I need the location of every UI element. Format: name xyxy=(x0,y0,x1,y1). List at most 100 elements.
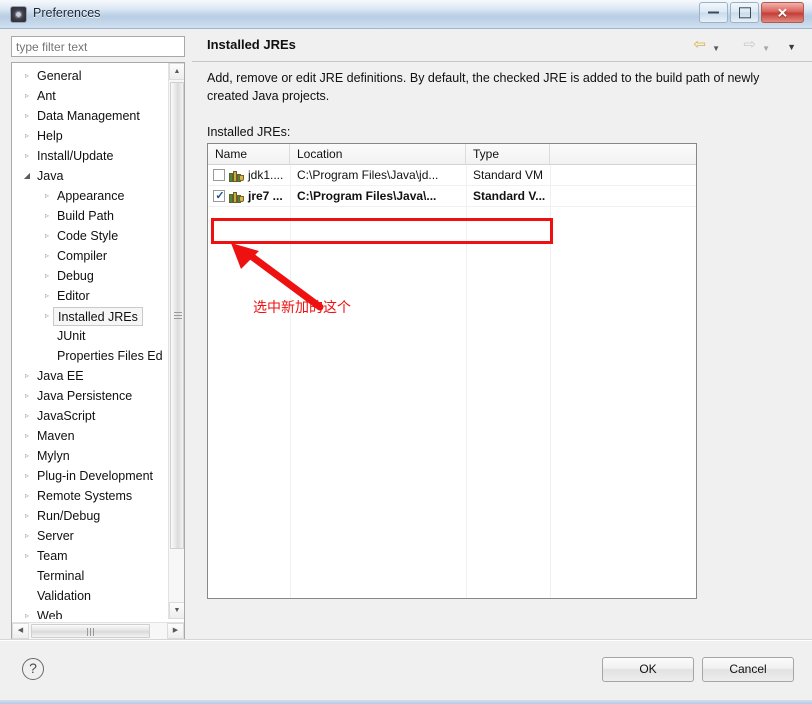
tree-expand-icon[interactable]: ▹ xyxy=(21,406,33,426)
tree-horizontal-scroll-thumb[interactable] xyxy=(31,624,150,638)
sidebar-item-code-style[interactable]: ▹ Code Style xyxy=(12,226,170,246)
tree-vertical-scrollbar[interactable]: ▲ ▼ xyxy=(168,63,184,619)
table-row[interactable]: jdk1.... C:\Program Files\Java\jd... Stand… xyxy=(208,165,696,186)
sidebar-item-label: Maven xyxy=(37,429,75,443)
sidebar-item-label: Data Management xyxy=(37,109,140,123)
table-row[interactable]: jre7 ... C:\Program Files\Java\... Standar… xyxy=(208,186,696,207)
sidebar-item-help[interactable]: ▹ Help xyxy=(12,126,170,146)
forward-dropdown-icon[interactable]: ▼ xyxy=(762,41,770,56)
tree-expand-icon[interactable]: ▹ xyxy=(21,106,33,126)
column-header-location[interactable]: Location xyxy=(290,144,466,164)
tree-expand-icon[interactable]: ▹ xyxy=(41,206,53,226)
tree-expand-icon[interactable]: ▹ xyxy=(41,286,53,306)
sidebar-item-installed-jres[interactable]: ▹ Installed JREs xyxy=(12,306,170,326)
column-header-blank[interactable] xyxy=(550,144,696,164)
tree-expand-icon[interactable]: ▹ xyxy=(41,246,53,266)
maximize-restore-button[interactable] xyxy=(730,2,759,23)
tree-expand-icon[interactable]: ▹ xyxy=(21,606,33,619)
window-titlebar: Preferences ✕ xyxy=(0,0,812,29)
sidebar-item-label: Appearance xyxy=(57,189,125,203)
cancel-button[interactable]: Cancel xyxy=(702,657,794,682)
tree-expand-icon[interactable]: ▹ xyxy=(21,426,33,446)
tree-expand-icon[interactable]: ▹ xyxy=(41,266,53,286)
sidebar-item-data-management[interactable]: ▹ Data Management xyxy=(12,106,170,126)
minimize-button[interactable] xyxy=(699,2,728,23)
sidebar-item-junit[interactable]: JUnit xyxy=(12,326,170,346)
cell-location: C:\Program Files\Java\jd... xyxy=(297,168,439,182)
sidebar-item-general[interactable]: ▹ General xyxy=(12,66,170,86)
jre-checkbox[interactable] xyxy=(213,187,226,205)
sidebar-item-label: Editor xyxy=(57,289,90,303)
sidebar-item-plug-in-development[interactable]: ▹ Plug-in Development xyxy=(12,466,170,486)
tree-expand-icon xyxy=(41,346,53,366)
filter-input[interactable] xyxy=(11,36,185,57)
back-arrow-icon[interactable]: ⇦ xyxy=(693,37,706,52)
sidebar-item-install-update[interactable]: ▹ Install/Update xyxy=(12,146,170,166)
installed-jres-table[interactable]: Name Location Type jdk1.... C:\Program Fi… xyxy=(207,143,697,599)
sidebar-item-java-ee[interactable]: ▹ Java EE xyxy=(12,366,170,386)
scroll-up-arrow-icon[interactable]: ▲ xyxy=(169,63,184,80)
tree-expand-icon[interactable]: ▹ xyxy=(21,386,33,406)
sidebar-item-web[interactable]: ▹ Web xyxy=(12,606,170,619)
tree-expand-icon[interactable]: ▹ xyxy=(21,126,33,146)
sidebar-item-label: Plug-in Development xyxy=(37,469,154,483)
ok-button[interactable]: OK xyxy=(602,657,694,682)
preferences-tree[interactable]: ▹ General ▹ Ant ▹ Data Management ▹ Help ▹ Instal… xyxy=(12,63,170,619)
dialog-footer: ? OK Cancel xyxy=(0,639,812,704)
scroll-left-arrow-icon[interactable]: ◀ xyxy=(12,623,29,639)
tree-expand-icon[interactable]: ▹ xyxy=(41,186,53,206)
sidebar-item-editor[interactable]: ▹ Editor xyxy=(12,286,170,306)
sidebar-item-team[interactable]: ▹ Team xyxy=(12,546,170,566)
sidebar-item-maven[interactable]: ▹ Maven xyxy=(12,426,170,446)
tree-expand-icon[interactable]: ▹ xyxy=(21,526,33,546)
tree-expand-icon[interactable]: ▹ xyxy=(21,66,33,86)
sidebar-item-javascript[interactable]: ▹ JavaScript xyxy=(12,406,170,426)
tree-expand-icon[interactable]: ▹ xyxy=(21,546,33,566)
sidebar-item-terminal[interactable]: Terminal xyxy=(12,566,170,586)
sidebar-item-label: General xyxy=(37,69,82,83)
tree-expand-icon[interactable]: ▹ xyxy=(41,306,53,326)
tree-horizontal-scrollbar[interactable]: ◀ ▶ xyxy=(12,622,184,639)
sidebar-item-run-debug[interactable]: ▹ Run/Debug xyxy=(12,506,170,526)
close-button[interactable]: ✕ xyxy=(761,2,804,23)
jre-checkbox[interactable] xyxy=(213,169,225,181)
forward-arrow-icon[interactable]: ⇨ xyxy=(743,37,756,52)
sidebar-item-server[interactable]: ▹ Server xyxy=(12,526,170,546)
tree-vertical-scroll-thumb[interactable] xyxy=(170,82,184,549)
cell-type: Standard V... xyxy=(473,189,546,203)
tree-expand-icon[interactable]: ▹ xyxy=(21,486,33,506)
tree-expand-icon[interactable]: ▹ xyxy=(41,226,53,246)
sidebar-item-label: Run/Debug xyxy=(37,509,101,523)
sidebar-item-mylyn[interactable]: ▹ Mylyn xyxy=(12,446,170,466)
sidebar-item-remote-systems[interactable]: ▹ Remote Systems xyxy=(12,486,170,506)
sidebar-item-java-persistence[interactable]: ▹ Java Persistence xyxy=(12,386,170,406)
dialog-body: ▹General▹Ant▹Data Management▹Help▹Instal… xyxy=(0,29,812,640)
tree-expand-icon[interactable]: ▹ xyxy=(21,146,33,166)
tree-collapse-icon[interactable]: ◢ xyxy=(21,166,33,186)
sidebar-item-ant[interactable]: ▹ Ant xyxy=(12,86,170,106)
sidebar-item-properties-files-ed[interactable]: Properties Files Ed xyxy=(12,346,170,366)
sidebar-item-label: Code Style xyxy=(57,229,119,243)
sidebar-item-validation[interactable]: Validation xyxy=(12,586,170,606)
column-header-type[interactable]: Type xyxy=(466,144,550,164)
tree-expand-icon[interactable]: ▹ xyxy=(21,446,33,466)
back-dropdown-icon[interactable]: ▼ xyxy=(712,41,720,56)
sidebar-item-appearance[interactable]: ▹ Appearance xyxy=(12,186,170,206)
help-icon[interactable]: ? xyxy=(22,658,44,680)
sidebar-item-label: Build Path xyxy=(57,209,114,223)
sidebar-item-java[interactable]: ◢ Java xyxy=(12,166,170,186)
sidebar-item-label: JavaScript xyxy=(37,409,96,423)
sidebar-item-compiler[interactable]: ▹ Compiler xyxy=(12,246,170,266)
page-menu-dropdown-icon[interactable]: ▼ xyxy=(787,40,796,55)
tree-expand-icon[interactable]: ▹ xyxy=(21,506,33,526)
tree-expand-icon[interactable]: ▹ xyxy=(21,366,33,386)
sidebar-item-label: JUnit xyxy=(57,329,86,343)
tree-expand-icon[interactable]: ▹ xyxy=(21,466,33,486)
tree-expand-icon[interactable]: ▹ xyxy=(21,86,33,106)
column-header-name[interactable]: Name xyxy=(208,144,290,164)
minimize-icon xyxy=(700,7,727,18)
sidebar-item-debug[interactable]: ▹ Debug xyxy=(12,266,170,286)
sidebar-item-build-path[interactable]: ▹ Build Path xyxy=(12,206,170,226)
scroll-right-arrow-icon[interactable]: ▶ xyxy=(167,623,184,639)
scroll-down-arrow-icon[interactable]: ▼ xyxy=(169,602,184,619)
